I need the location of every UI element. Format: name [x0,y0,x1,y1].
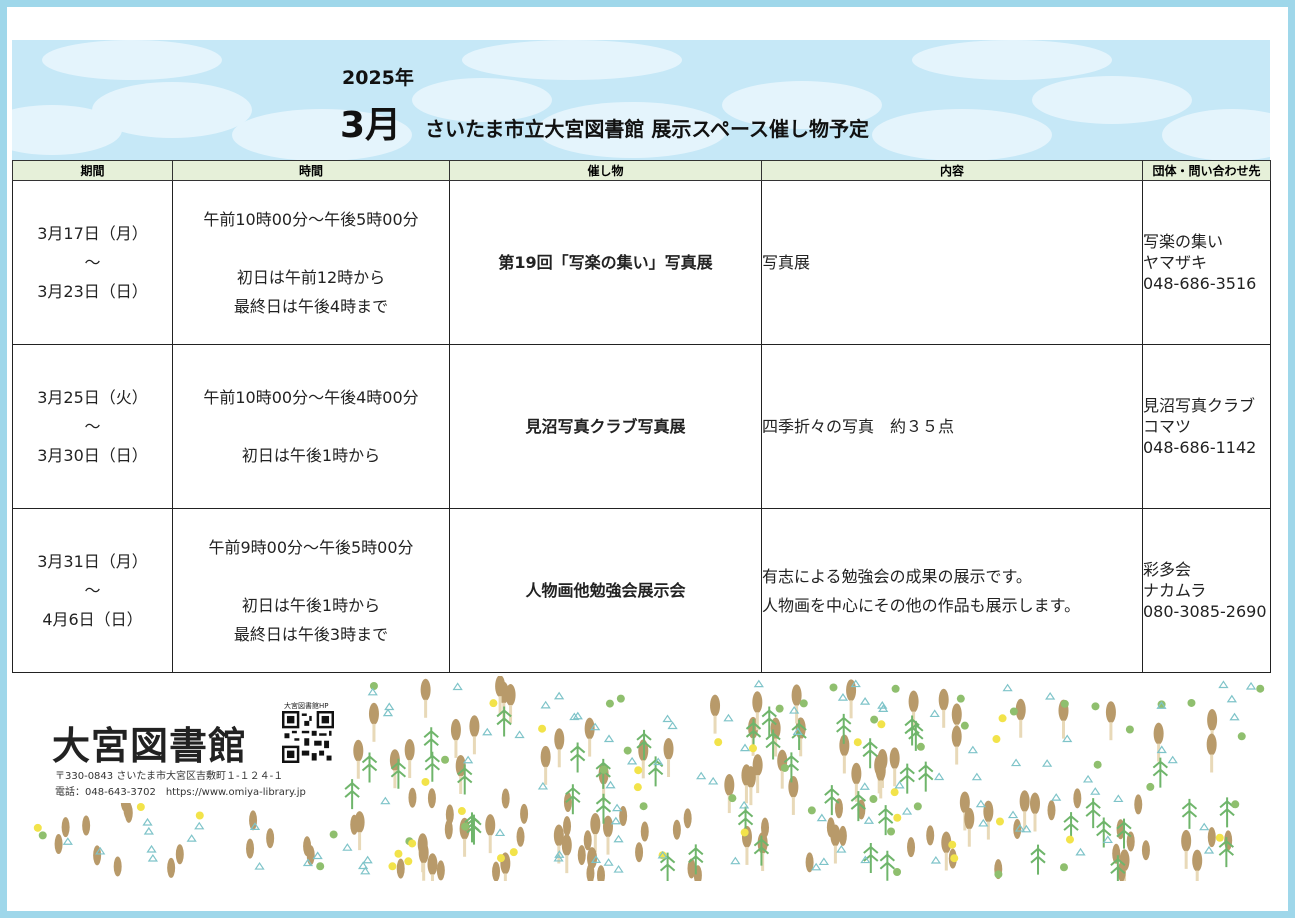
cloud-decoration [12,40,1270,161]
column-header-contact: 団体・問い合わせ先 [1142,160,1271,181]
content-line: 有志による勉強会の成果の展示です。 [762,566,1032,586]
content-cell: 有志による勉強会の成果の展示です。 人物画を中心にその他の作品も展示します。 [761,508,1143,673]
table-row: 3月25日（火） ～ 3月30日（日） 午前10時00分～午後4時00分 初日は… [12,344,1271,509]
sky-banner [12,40,1270,168]
content-line: 人物画を中心にその他の作品も展示します。 [762,595,1081,615]
column-header-event: 催し物 [449,160,762,181]
content-cell: 四季折々の写真 約３５点 [761,344,1143,509]
table-header-row: 期間 時間 催し物 内容 団体・問い合わせ先 [12,160,1271,181]
contact-cell: 彩多会 ナカムラ 080-3085-2690 [1142,508,1271,673]
contact-person: コマツ [1143,417,1192,436]
month-label: 3月 [340,105,402,146]
schedule-table: 期間 時間 催し物 内容 団体・問い合わせ先 3月17日（月） ～ 3月23日（… [12,160,1271,673]
time-hours: 午前10時00分～午後5時00分 [203,209,419,229]
time-spacer [173,412,449,441]
event-cell: 第19回「写楽の集い」写真展 [449,180,762,345]
page-title: さいたま市立大宮図書館 展示スペース催し物予定 [425,117,869,141]
event-cell: 人物画他勉強会展示会 [449,508,762,673]
contact-phone: 048-686-3516 [1143,274,1257,293]
period-end: 3月23日（日） [37,282,148,301]
content-cell: 写真展 [761,180,1143,345]
time-note: 最終日は午後3時まで [233,624,389,644]
column-header-content: 内容 [761,160,1143,181]
period-end: 4月6日（日） [42,610,143,629]
table-row: 3月17日（月） ～ 3月23日（日） 午前10時00分～午後5時00分 初日は… [12,180,1271,345]
period-start: 3月17日（月） [37,224,148,243]
contact-phone: 048-686-1142 [1143,438,1257,457]
library-logo-block: 大宮図書館 大宮図書館HP 〒330-0843 さいたま市大宮区吉敷町１-１２４… [22,695,344,803]
column-header-period: 期間 [12,160,173,181]
time-note: 初日は午前12時から [236,267,386,287]
contact-group: 写楽の集い [1143,232,1224,251]
year-label: 2025年 [342,67,414,89]
contact-phone: 080-3085-2690 [1143,602,1267,621]
column-header-time: 時間 [172,160,450,181]
time-spacer [173,562,449,591]
time-cell: 午前9時00分～午後5時00分 初日は午後1時から 最終日は午後3時まで [172,508,450,673]
content-line: 四季折々の写真 約３５点 [762,417,955,436]
time-hours: 午前10時00分～午後4時00分 [203,388,419,407]
library-logo: 大宮図書館 [52,724,248,768]
time-cell: 午前10時00分～午後5時00分 初日は午前12時から 最終日は午後4時まで [172,180,450,345]
library-address: 〒330-0843 さいたま市大宮区吉敷町１-１２４-１ [55,771,284,782]
period-cell: 3月17日（月） ～ 3月23日（日） [12,180,173,345]
period-cell: 3月25日（火） ～ 3月30日（日） [12,344,173,509]
contact-cell: 見沼写真クラブ コマツ 048-686-1142 [1142,344,1271,509]
content-line: 写真展 [762,253,811,272]
contact-person: ナカムラ [1143,581,1207,600]
contact-group: 見沼写真クラブ [1143,396,1256,415]
time-spacer [173,234,449,263]
time-cell: 午前10時00分～午後4時00分 初日は午後1時から [172,344,450,509]
contact-cell: 写楽の集い ヤマザキ 048-686-3516 [1142,180,1271,345]
time-note: 初日は午後1時から [241,446,381,465]
period-start: 3月31日（月） [37,552,148,571]
time-note: 最終日は午後4時まで [233,296,389,316]
qr-code-icon[interactable] [282,711,334,763]
qr-label: 大宮図書館HP [284,702,329,710]
period-start: 3月25日（火） [37,388,148,407]
time-hours: 午前9時00分～午後5時00分 [208,537,414,557]
contact-person: ヤマザキ [1143,253,1208,272]
period-end: 3月30日（日） [37,446,148,465]
library-phone: 電話：048-643-3702 https://www.omiya-librar… [55,787,306,798]
period-separator: ～ [84,417,101,436]
period-separator: ～ [84,253,101,272]
table-row: 3月31日（月） ～ 4月6日（日） 午前9時00分～午後5時00分 初日は午後… [12,508,1271,673]
period-cell: 3月31日（月） ～ 4月6日（日） [12,508,173,673]
contact-group: 彩多会 [1143,560,1192,579]
period-separator: ～ [84,581,101,600]
event-cell: 見沼写真クラブ写真展 [449,344,762,509]
time-note: 初日は午後1時から [241,595,381,615]
